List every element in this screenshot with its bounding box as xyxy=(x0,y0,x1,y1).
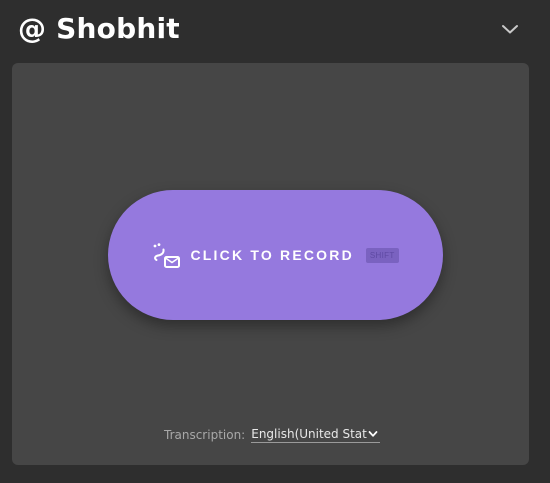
select-arrow-icon xyxy=(368,431,378,437)
transcription-label: Transcription: xyxy=(164,428,246,442)
chevron-down-icon xyxy=(502,25,518,34)
shortcut-badge: SHIFT xyxy=(365,247,399,263)
language-select-value: English(United States) xyxy=(251,427,367,441)
voice-message-icon xyxy=(154,243,181,268)
header: @ Shobhit xyxy=(0,0,550,62)
transcription-row: Transcription: English(United States) xyxy=(164,427,381,443)
record-label: CLICK TO RECORD xyxy=(190,247,354,263)
recorder-panel: CLICK TO RECORD SHIFT Transcription: Eng… xyxy=(12,63,529,465)
collapse-button[interactable] xyxy=(495,14,525,44)
language-select[interactable]: English(United States) xyxy=(251,427,381,443)
page-title: @ Shobhit xyxy=(18,12,180,45)
record-button[interactable]: CLICK TO RECORD SHIFT xyxy=(108,190,443,320)
